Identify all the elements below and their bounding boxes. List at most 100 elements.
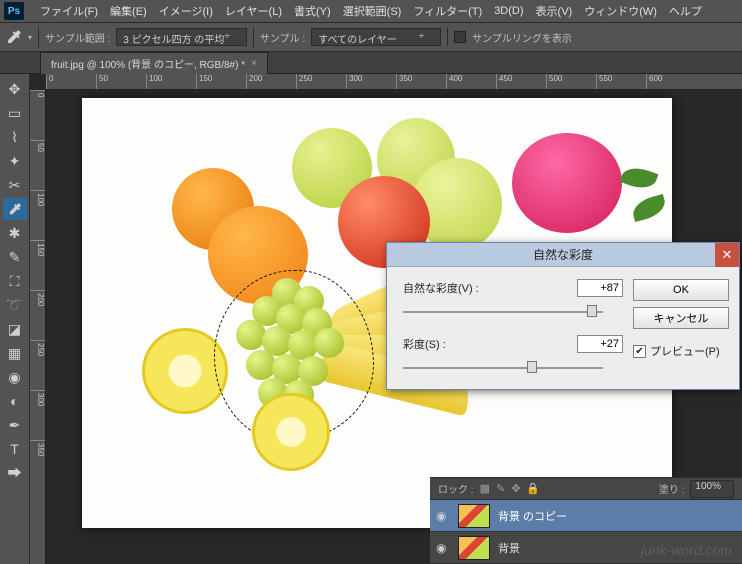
saturation-input[interactable]	[577, 335, 623, 353]
ruler-tick: 550	[596, 74, 646, 89]
menu-edit[interactable]: 編集(E)	[104, 3, 153, 19]
ruler-tick: 200	[30, 290, 45, 340]
ok-button[interactable]: OK	[633, 279, 729, 301]
menu-layer[interactable]: レイヤー(L)	[219, 3, 288, 19]
lemon-half	[252, 393, 330, 471]
dialog-title: 自然な彩度	[533, 246, 593, 263]
sample-layers-select[interactable]: すべてのレイヤー ÷	[311, 28, 441, 46]
menu-bar: Ps ファイル(F) 編集(E) イメージ(I) レイヤー(L) 書式(Y) 選…	[0, 0, 742, 22]
stamp-tool[interactable]: ⛶	[3, 270, 27, 292]
ruler-tick: 250	[30, 340, 45, 390]
ruler-tick: 300	[30, 390, 45, 440]
divider	[253, 27, 254, 47]
brush-tool[interactable]: ✎	[3, 246, 27, 268]
cancel-button[interactable]: キャンセル	[633, 307, 729, 329]
sample-size-label: サンプル範囲 :	[45, 30, 110, 45]
ruler-tick: 350	[30, 440, 45, 490]
move-tool[interactable]: ✥	[3, 78, 27, 100]
fill-label: 塗り :	[659, 481, 685, 496]
fill-select[interactable]: 100%	[690, 480, 734, 498]
menu-select[interactable]: 選択範囲(S)	[337, 3, 408, 19]
slider-thumb[interactable]	[527, 361, 537, 373]
ruler-tick: 250	[296, 74, 346, 89]
lock-label: ロック :	[438, 481, 474, 496]
crop-tool[interactable]: ✂	[3, 174, 27, 196]
dodge-tool[interactable]: ◐	[3, 390, 27, 412]
menu-file[interactable]: ファイル(F)	[34, 3, 104, 19]
path-select-tool[interactable]: ⮕	[3, 462, 27, 484]
ruler-tick: 0	[46, 74, 96, 89]
dialog-titlebar[interactable]: 自然な彩度 ✕	[387, 243, 739, 267]
magic-wand-tool[interactable]: ✦	[3, 150, 27, 172]
menu-window[interactable]: ウィンドウ(W)	[578, 3, 663, 19]
menu-image[interactable]: イメージ(I)	[153, 3, 219, 19]
lock-position-icon[interactable]: ✥	[511, 482, 520, 495]
menu-help[interactable]: ヘルプ	[663, 3, 708, 19]
preview-label: プレビュー(P)	[650, 343, 720, 359]
lock-transparent-icon[interactable]: ▩	[480, 482, 490, 495]
ruler-tick: 100	[146, 74, 196, 89]
saturation-slider[interactable]	[403, 361, 603, 375]
layer-row[interactable]: ◉ 背景 のコピー	[430, 500, 742, 532]
menu-filter[interactable]: フィルター(T)	[407, 3, 488, 19]
divider	[447, 27, 448, 47]
gradient-tool[interactable]: ▦	[3, 342, 27, 364]
sample-size-select[interactable]: 3 ピクセル四方 の平均 ÷	[116, 28, 247, 46]
ruler-horizontal: 0 50 100 150 200 250 300 350 400 450 500…	[46, 74, 742, 90]
app-logo: Ps	[4, 2, 24, 20]
layer-thumbnail	[458, 536, 490, 560]
marquee-tool[interactable]: ▭	[3, 102, 27, 124]
pen-tool[interactable]: ✒	[3, 414, 27, 436]
ruler-tick: 50	[96, 74, 146, 89]
ruler-tick: 100	[30, 190, 45, 240]
slider-thumb[interactable]	[587, 305, 597, 317]
ruler-tick: 150	[30, 240, 45, 290]
menu-view[interactable]: 表示(V)	[530, 3, 579, 19]
history-brush-tool[interactable]: ➰	[3, 294, 27, 316]
ruler-tick: 600	[646, 74, 696, 89]
ruler-tick: 400	[446, 74, 496, 89]
chevron-down-icon[interactable]: ▾	[28, 33, 32, 42]
layer-name: 背景 のコピー	[498, 508, 567, 524]
ruler-tick: 200	[246, 74, 296, 89]
close-button[interactable]: ✕	[715, 243, 739, 267]
saturation-label: 彩度(S) :	[403, 336, 503, 352]
vibrance-label: 自然な彩度(V) :	[403, 280, 503, 296]
toolbox: ✥ ▭ ⌇ ✦ ✂ ✱ ✎ ⛶ ➰ ◪ ▦ ◉ ◐ ✒ T ⮕	[0, 74, 30, 564]
preview-checkbox-row[interactable]: ✔ プレビュー(P)	[633, 343, 729, 359]
document-tab-title: fruit.jpg @ 100% (背景 のコピー, RGB/8#) *	[51, 56, 245, 71]
preview-checkbox[interactable]: ✔	[633, 345, 646, 358]
vibrance-input[interactable]	[577, 279, 623, 297]
visibility-icon[interactable]: ◉	[436, 509, 450, 523]
ruler-tick: 50	[30, 140, 45, 190]
layer-name: 背景	[498, 540, 520, 556]
sample-label: サンプル :	[260, 30, 305, 45]
ruler-tick: 150	[196, 74, 246, 89]
sample-ring-checkbox[interactable]	[454, 31, 466, 43]
visibility-icon[interactable]: ◉	[436, 541, 450, 555]
eyedropper-tool[interactable]	[3, 198, 27, 220]
dragonfruit	[512, 133, 622, 233]
blur-tool[interactable]: ◉	[3, 366, 27, 388]
sample-ring-label: サンプルリングを表示	[472, 30, 572, 45]
eraser-tool[interactable]: ◪	[3, 318, 27, 340]
document-tab-bar: fruit.jpg @ 100% (背景 のコピー, RGB/8#) * ×	[0, 52, 742, 74]
lasso-tool[interactable]: ⌇	[3, 126, 27, 148]
lock-all-icon[interactable]: 🔒	[526, 482, 540, 495]
ruler-tick: 500	[546, 74, 596, 89]
menu-3d[interactable]: 3D(D)	[488, 5, 529, 17]
close-icon[interactable]: ×	[251, 58, 257, 69]
type-tool[interactable]: T	[3, 438, 27, 460]
ruler-tick: 300	[346, 74, 396, 89]
ruler-tick: 0	[30, 90, 45, 140]
options-bar: ▾ サンプル範囲 : 3 ピクセル四方 の平均 ÷ サンプル : すべてのレイヤ…	[0, 22, 742, 52]
ruler-vertical: 0 50 100 150 200 250 300 350	[30, 90, 46, 564]
leaf	[620, 163, 659, 193]
healing-tool[interactable]: ✱	[3, 222, 27, 244]
lock-paint-icon[interactable]: ✎	[496, 482, 505, 495]
document-tab[interactable]: fruit.jpg @ 100% (背景 のコピー, RGB/8#) * ×	[40, 52, 268, 74]
watermark: junk-word.com	[641, 542, 732, 558]
menu-type[interactable]: 書式(Y)	[288, 3, 337, 19]
vibrance-slider[interactable]	[403, 305, 603, 319]
vibrance-dialog: 自然な彩度 ✕ 自然な彩度(V) : 彩度(S) :	[386, 242, 740, 390]
